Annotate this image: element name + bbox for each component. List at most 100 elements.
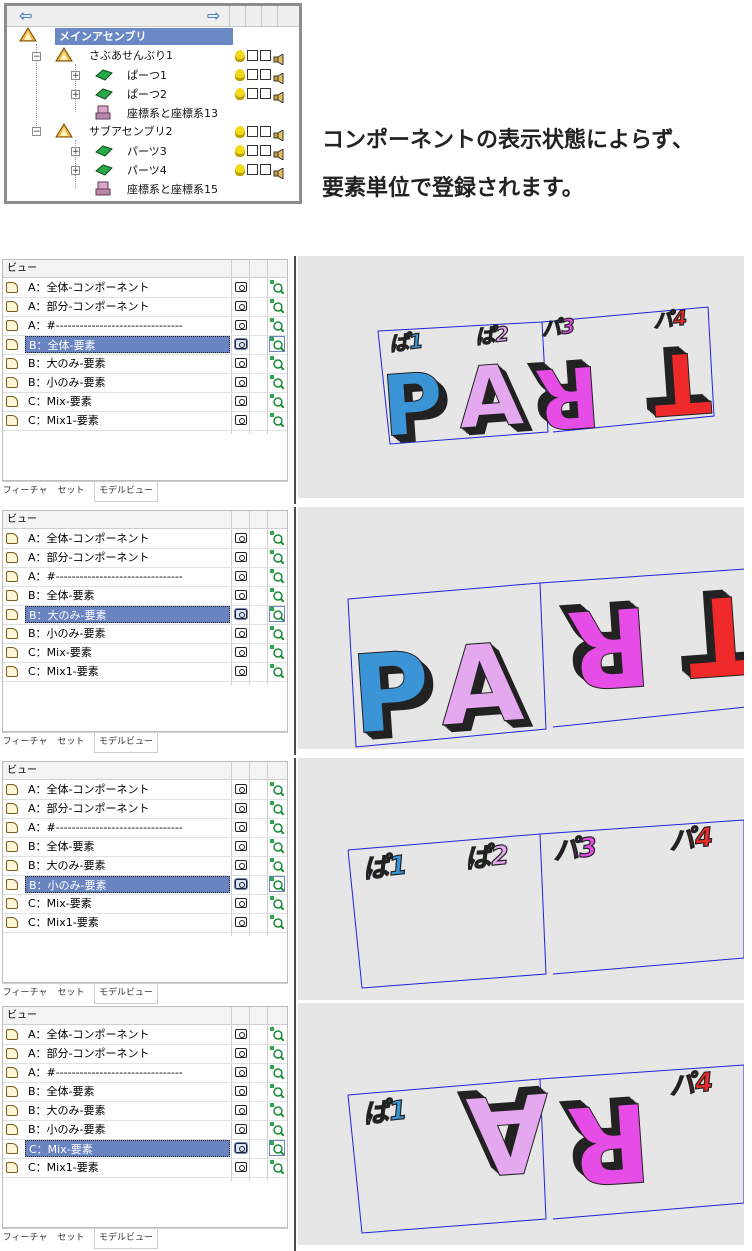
view-icon[interactable] <box>247 126 258 137</box>
zoom-icon[interactable] <box>270 896 285 911</box>
collapse-toggle[interactable]: − <box>32 127 41 137</box>
view-row[interactable]: A：#-------------------------------- <box>3 1064 287 1083</box>
view-icon[interactable] <box>247 69 258 80</box>
view-row[interactable]: A：#-------------------------------- <box>3 568 287 587</box>
camera-icon[interactable] <box>235 1162 247 1172</box>
lightbulb-icon[interactable] <box>235 126 245 138</box>
zoom-icon[interactable] <box>270 801 285 816</box>
zoom-icon[interactable] <box>270 569 285 584</box>
camera-icon[interactable] <box>235 358 247 368</box>
lightbulb-icon[interactable] <box>235 164 245 176</box>
view-row[interactable]: B：大のみ-要素 <box>3 857 287 876</box>
view-row[interactable]: A：全体-コンポーネント <box>3 279 287 298</box>
camera-icon[interactable] <box>235 917 247 927</box>
arrow-left-icon[interactable]: ⇦ <box>19 7 32 25</box>
view-icon[interactable] <box>247 145 258 156</box>
speaker-icon[interactable] <box>273 72 287 85</box>
view-row[interactable]: B：小のみ-要素 <box>3 374 287 393</box>
view-row[interactable]: A：#-------------------------------- <box>3 819 287 838</box>
tab-1[interactable]: フィーチャ <box>2 1229 48 1248</box>
zoom-icon[interactable] <box>270 394 285 409</box>
zoom-icon[interactable] <box>269 1140 285 1156</box>
view-row[interactable]: C：Mix-要素 <box>3 393 287 412</box>
view-row[interactable]: B：全体-要素 <box>3 336 287 355</box>
zoom-icon[interactable] <box>270 299 285 314</box>
view-row[interactable]: B：大のみ-要素 <box>3 1102 287 1121</box>
speaker-icon[interactable] <box>273 148 287 161</box>
view-row[interactable]: A：全体-コンポーネント <box>3 530 287 549</box>
view-icon[interactable] <box>247 88 258 99</box>
zoom-icon[interactable] <box>270 1046 285 1061</box>
expand-toggle[interactable]: + <box>71 166 80 176</box>
box-icon[interactable] <box>260 69 271 80</box>
view-row[interactable]: C：Mix-要素 <box>3 644 287 663</box>
expand-toggle[interactable]: + <box>71 71 80 81</box>
toolbar-cell[interactable] <box>277 6 300 26</box>
view-row[interactable]: B：小のみ-要素 <box>3 876 287 895</box>
camera-icon[interactable] <box>235 784 247 794</box>
zoom-icon[interactable] <box>269 876 285 892</box>
camera-icon[interactable] <box>235 628 247 638</box>
view-icon[interactable] <box>247 50 258 61</box>
tab-2[interactable]: セット <box>48 984 94 1003</box>
toolbar-cell[interactable] <box>261 6 278 26</box>
toolbar-cell[interactable] <box>245 6 262 26</box>
tab-2[interactable]: セット <box>48 733 94 752</box>
camera-icon[interactable] <box>235 898 247 908</box>
zoom-icon[interactable] <box>269 336 285 352</box>
tab-1[interactable]: フィーチャ <box>2 733 48 752</box>
camera-icon[interactable] <box>235 1048 247 1058</box>
zoom-icon[interactable] <box>270 839 285 854</box>
camera-icon[interactable] <box>235 1029 247 1039</box>
view-row[interactable]: B：全体-要素 <box>3 838 287 857</box>
view-row[interactable]: C：Mix-要素 <box>3 1140 287 1159</box>
speaker-icon[interactable] <box>273 167 287 180</box>
lightbulb-icon[interactable] <box>235 88 245 100</box>
view-row[interactable]: A：部分-コンポーネント <box>3 800 287 819</box>
camera-icon[interactable] <box>235 396 247 406</box>
arrow-right-icon[interactable]: ⇨ <box>207 7 220 25</box>
view-icon[interactable] <box>247 164 258 175</box>
view-row[interactable]: A：全体-コンポーネント <box>3 781 287 800</box>
zoom-icon[interactable] <box>270 626 285 641</box>
camera-icon[interactable] <box>235 415 247 425</box>
zoom-icon[interactable] <box>270 1065 285 1080</box>
camera-icon[interactable] <box>234 1142 248 1154</box>
zoom-icon[interactable] <box>270 356 285 371</box>
view-row[interactable]: B：小のみ-要素 <box>3 625 287 644</box>
zoom-icon[interactable] <box>270 858 285 873</box>
tab-1[interactable]: フィーチャ <box>2 984 48 1003</box>
camera-icon[interactable] <box>235 590 247 600</box>
tab-3[interactable]: モデルビュー <box>94 1229 158 1249</box>
view-row[interactable]: A：全体-コンポーネント <box>3 1026 287 1045</box>
camera-icon[interactable] <box>235 377 247 387</box>
view-row[interactable]: A：部分-コンポーネント <box>3 298 287 317</box>
zoom-icon[interactable] <box>270 915 285 930</box>
camera-icon[interactable] <box>235 301 247 311</box>
zoom-icon[interactable] <box>270 413 285 428</box>
view-row[interactable]: C：Mix1-要素 <box>3 914 287 933</box>
view-row[interactable]: C：Mix1-要素 <box>3 663 287 682</box>
speaker-icon[interactable] <box>273 91 287 104</box>
box-icon[interactable] <box>260 145 271 156</box>
view-row[interactable]: B：大のみ-要素 <box>3 355 287 374</box>
camera-icon[interactable] <box>235 552 247 562</box>
box-icon[interactable] <box>260 50 271 61</box>
camera-icon[interactable] <box>235 1105 247 1115</box>
zoom-icon[interactable] <box>270 1027 285 1042</box>
lightbulb-icon[interactable] <box>235 50 245 62</box>
box-icon[interactable] <box>260 126 271 137</box>
expand-toggle[interactable]: + <box>71 147 80 157</box>
zoom-icon[interactable] <box>270 318 285 333</box>
camera-icon[interactable] <box>234 338 248 350</box>
camera-icon[interactable] <box>235 571 247 581</box>
lightbulb-icon[interactable] <box>235 69 245 81</box>
view-row[interactable]: C：Mix-要素 <box>3 895 287 914</box>
zoom-icon[interactable] <box>270 531 285 546</box>
tab-1[interactable]: フィーチャ <box>2 482 48 501</box>
camera-icon[interactable] <box>234 878 248 890</box>
zoom-icon[interactable] <box>270 664 285 679</box>
zoom-icon[interactable] <box>270 1084 285 1099</box>
tab-2[interactable]: セット <box>48 1229 94 1248</box>
zoom-icon[interactable] <box>269 606 285 622</box>
